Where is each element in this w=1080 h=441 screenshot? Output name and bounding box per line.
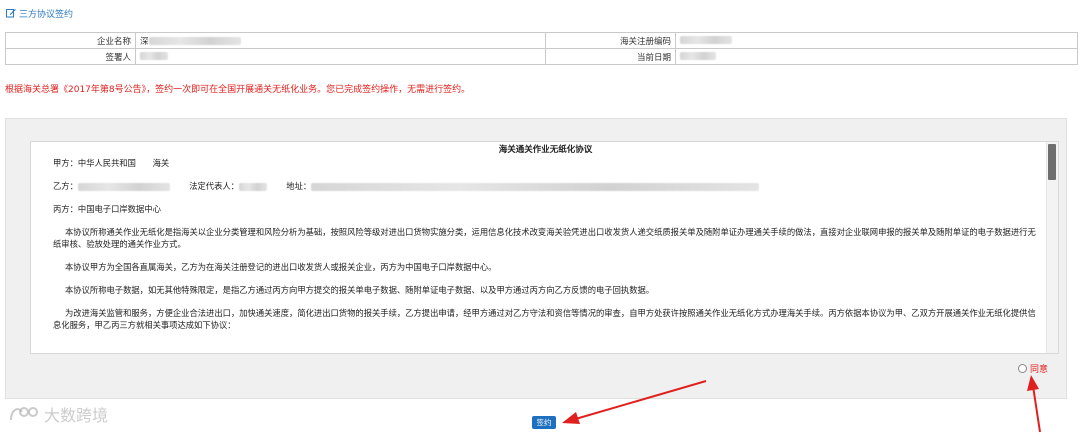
agree-label: 同意 <box>1030 365 1049 375</box>
current-date-label: 当前日期 <box>545 48 676 65</box>
logo-icon <box>10 407 38 421</box>
agreement-paragraph-3: 本协议所称电子数据，如无其他特殊限定，是指乙方通过丙方向甲方提交的报关单电子数据… <box>65 285 655 295</box>
agreement-title: 海关通关作业无纸化协议 <box>498 145 593 155</box>
table-row: 企业名称 深 海关注册编码 <box>5 32 1078 49</box>
party-c: 丙方：中国电子口岸数据中心 <box>53 204 161 214</box>
watermark: 大数跨境 <box>8 402 108 426</box>
signer-value <box>135 48 546 65</box>
table-row: 签署人 当前日期 <box>5 48 1078 65</box>
signer-label: 签署人 <box>5 48 136 65</box>
scrollbar-thumb[interactable] <box>1048 144 1056 180</box>
section-header: 三方协议签约 <box>6 6 73 20</box>
agree-radio[interactable] <box>1018 364 1027 373</box>
section-title: 三方协议签约 <box>19 9 74 20</box>
legal-rep-label: 法定代表人： <box>189 181 239 191</box>
watermark-text: 大数跨境 <box>44 406 109 425</box>
party-b-line: 乙方： 法定代表人： 地址： <box>53 180 1038 192</box>
agreement-paragraph-2: 本协议甲方为全国各直属海关，乙方为在海关注册登记的进出口收发货人或报关企业，丙方… <box>65 262 497 272</box>
party-a: 甲方：中华人民共和国 海关 <box>53 158 170 168</box>
party-b-label: 乙方： <box>53 181 78 191</box>
agree-option[interactable]: 同意 <box>1018 362 1048 375</box>
company-info-table: 企业名称 深 海关注册编码 签署人 当前日期 <box>5 32 1078 65</box>
agreement-document[interactable]: 海关通关作业无纸化协议 甲方：中华人民共和国 海关 乙方： 法定代表人： 地址：… <box>30 141 1059 354</box>
sign-button[interactable]: 签约 <box>532 416 556 429</box>
customs-code-label: 海关注册编码 <box>545 32 676 49</box>
current-date-value <box>675 48 1078 65</box>
company-name-value: 深 <box>135 32 546 49</box>
address-label: 地址： <box>286 181 312 191</box>
agreement-content: 海关通关作业无纸化协议 甲方：中华人民共和国 海关 乙方： 法定代表人： 地址：… <box>31 142 1046 353</box>
agreement-paragraph-4: 为改进海关监管和服务，方便企业合法进出口，加快通关速度，简化进出口货物的报关手续… <box>53 308 1036 330</box>
agreement-panel: 海关通关作业无纸化协议 甲方：中华人民共和国 海关 乙方： 法定代表人： 地址：… <box>5 118 1067 399</box>
edit-icon <box>6 9 16 18</box>
agreement-paragraph-1: 本协议所称通关作业无纸化是指海关以企业分类管理和风险分析为基础，按照风险等级对进… <box>53 227 1036 249</box>
sign-status-notice: 根据海关总署《2017年第8号公告》，签约一次即可在全国开展通关无纸化业务。您已… <box>5 85 471 95</box>
customs-code-value <box>675 32 1078 49</box>
company-name-label: 企业名称 <box>5 32 136 49</box>
agreement-scrollbar[interactable] <box>1046 142 1058 353</box>
